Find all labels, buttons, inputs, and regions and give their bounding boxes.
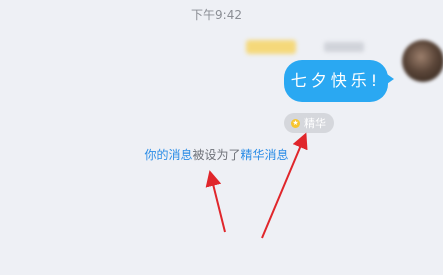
annotation-arrows [205, 132, 308, 239]
annotation-arrow [205, 170, 226, 233]
annotation-arrow [261, 132, 308, 239]
